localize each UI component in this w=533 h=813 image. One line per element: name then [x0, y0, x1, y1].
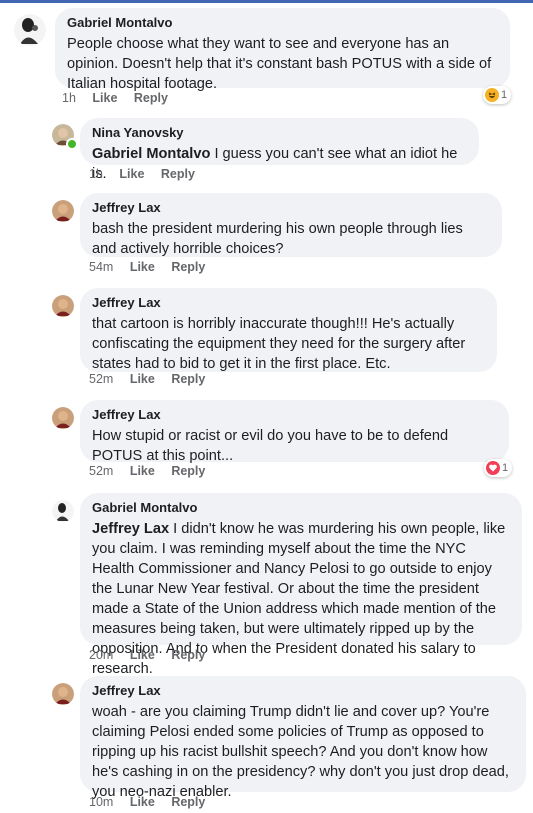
like-button[interactable]: Like — [130, 795, 155, 809]
comment-timestamp[interactable]: 10m — [89, 795, 113, 809]
comment-bubble: Gabriel Montalvo People choose what they… — [55, 8, 510, 92]
like-button[interactable]: Like — [130, 464, 155, 478]
like-button[interactable]: Like — [130, 648, 155, 662]
reaction-badge[interactable]: 1 — [483, 86, 512, 104]
haha-icon — [485, 88, 499, 102]
reply-button[interactable]: Reply — [134, 91, 168, 105]
avatar[interactable] — [14, 14, 46, 46]
comment-timestamp[interactable]: 52m — [89, 464, 113, 478]
like-button[interactable]: Like — [130, 372, 155, 386]
avatar[interactable] — [52, 407, 74, 429]
comment-author[interactable]: Jeffrey Lax — [92, 200, 490, 216]
comment-text: bash the president murdering his own peo… — [92, 221, 463, 257]
reaction-badge[interactable]: 1 — [484, 459, 513, 477]
avatar[interactable] — [52, 683, 74, 705]
like-button[interactable]: Like — [119, 167, 144, 181]
comment-actions: 52m Like Reply — [89, 372, 218, 386]
avatar[interactable] — [52, 200, 74, 222]
mention-link[interactable]: Jeffrey Lax — [92, 521, 169, 537]
online-status-icon — [66, 138, 78, 150]
reply-button[interactable]: Reply — [161, 167, 195, 181]
comment-bubble: Gabriel Montalvo Jeffrey Lax I didn't kn… — [80, 493, 522, 677]
reply-button[interactable]: Reply — [171, 464, 205, 478]
comment-text: People choose what they want to see and … — [67, 36, 492, 92]
comment-timestamp[interactable]: 1h — [89, 167, 103, 181]
comment-bubble: Jeffrey Lax bash the president murdering… — [80, 193, 502, 257]
comment-actions: 20m Like Reply — [89, 648, 218, 662]
comment-author[interactable]: Gabriel Montalvo — [92, 500, 510, 516]
like-button[interactable]: Like — [130, 260, 155, 274]
comment-text: woah - are you claiming Trump didn't lie… — [92, 704, 509, 800]
avatar[interactable] — [52, 500, 74, 522]
reply-button[interactable]: Reply — [171, 260, 205, 274]
like-button[interactable]: Like — [92, 91, 117, 105]
comment-author[interactable]: Nina Yanovsky — [92, 125, 467, 141]
comment-author[interactable]: Jeffrey Lax — [92, 407, 497, 423]
top-border — [0, 0, 533, 3]
love-icon — [486, 461, 500, 475]
reply-button[interactable]: Reply — [171, 795, 205, 809]
comment-actions: 10m Like Reply — [89, 795, 218, 809]
comment-actions: 52m Like Reply — [89, 464, 218, 478]
reaction-count: 1 — [502, 462, 509, 474]
comment-bubble: Jeffrey Lax woah - are you claiming Trum… — [80, 676, 526, 800]
comment-actions: 54m Like Reply — [89, 260, 218, 274]
comment-text: that cartoon is horribly inaccurate thou… — [92, 316, 466, 372]
comment-author[interactable]: Jeffrey Lax — [92, 295, 485, 311]
mention-link[interactable]: Gabriel Montalvo — [92, 146, 210, 162]
comment-text: How stupid or racist or evil do you have… — [92, 428, 449, 464]
comment-timestamp[interactable]: 52m — [89, 372, 113, 386]
comment-timestamp[interactable]: 1h — [62, 91, 76, 105]
comment-timestamp[interactable]: 20m — [89, 648, 113, 662]
reply-button[interactable]: Reply — [171, 372, 205, 386]
comment-author[interactable]: Gabriel Montalvo — [67, 15, 498, 31]
comment-bubble: Nina Yanovsky Gabriel Montalvo I guess y… — [80, 118, 479, 182]
comment-timestamp[interactable]: 54m — [89, 260, 113, 274]
reaction-count: 1 — [501, 89, 508, 101]
avatar[interactable] — [52, 295, 74, 317]
reply-button[interactable]: Reply — [171, 648, 205, 662]
comment-bubble: Jeffrey Lax that cartoon is horribly ina… — [80, 288, 497, 372]
comment-bubble: Jeffrey Lax How stupid or racist or evil… — [80, 400, 509, 464]
comment-actions: 1h Like Reply — [89, 167, 208, 181]
comment-author[interactable]: Jeffrey Lax — [92, 683, 514, 699]
comment-actions: 1h Like Reply — [62, 91, 181, 105]
